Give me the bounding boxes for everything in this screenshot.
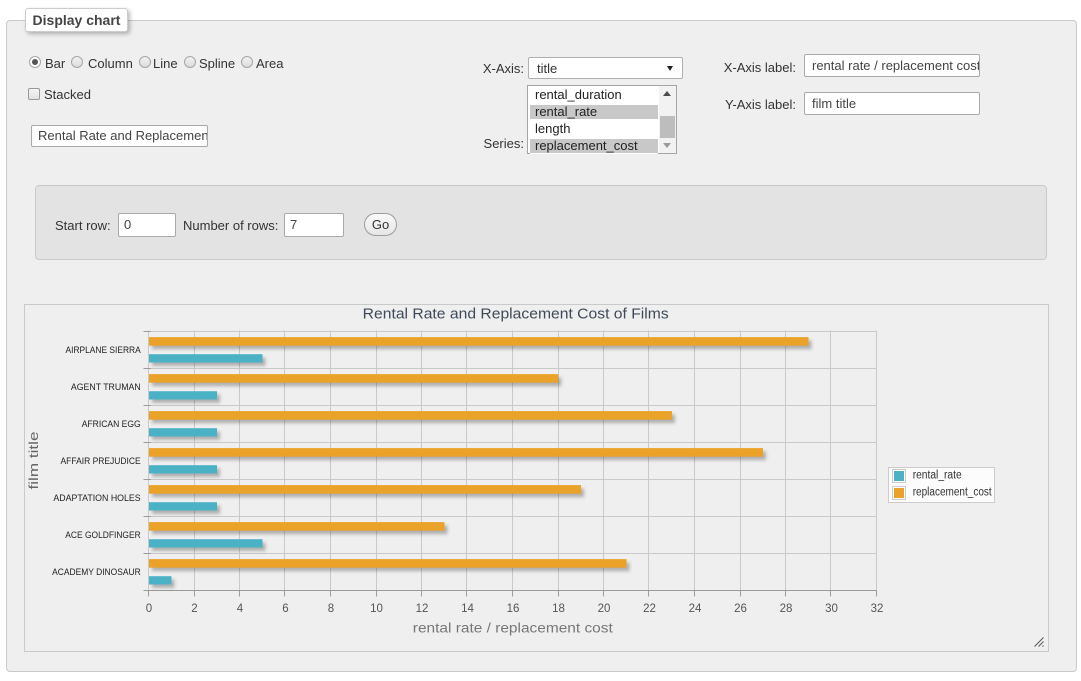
svg-text:12: 12 — [416, 603, 429, 615]
svg-text:22: 22 — [643, 603, 656, 615]
svg-text:AFRICAN EGG: AFRICAN EGG — [82, 419, 141, 430]
svg-text:16: 16 — [507, 603, 520, 615]
svg-text:2: 2 — [191, 603, 197, 615]
svg-text:rental rate / replacement cost: rental rate / replacement cost — [413, 620, 613, 635]
svg-text:32: 32 — [871, 603, 884, 615]
svg-text:film title: film title — [27, 431, 41, 489]
svg-text:0: 0 — [146, 603, 152, 615]
svg-text:10: 10 — [370, 603, 383, 615]
svg-text:14: 14 — [461, 603, 474, 615]
svg-text:20: 20 — [598, 603, 611, 615]
svg-text:4: 4 — [237, 603, 244, 615]
svg-text:AGENT TRUMAN: AGENT TRUMAN — [71, 382, 141, 393]
svg-text:ACADEMY DINOSAUR: ACADEMY DINOSAUR — [52, 567, 141, 578]
svg-text:6: 6 — [282, 603, 288, 615]
svg-text:ADAPTATION HOLES: ADAPTATION HOLES — [53, 493, 140, 504]
svg-text:Rental Rate and Replacement Co: Rental Rate and Replacement Cost of Film… — [363, 306, 669, 323]
svg-text:26: 26 — [734, 603, 747, 615]
svg-text:replacement_cost: replacement_cost — [913, 487, 993, 499]
svg-text:8: 8 — [328, 603, 334, 615]
svg-text:rental_rate: rental_rate — [913, 470, 962, 482]
svg-text:AFFAIR PREJUDICE: AFFAIR PREJUDICE — [61, 456, 141, 467]
svg-text:18: 18 — [552, 603, 565, 615]
svg-text:24: 24 — [689, 603, 702, 615]
svg-text:28: 28 — [780, 603, 793, 615]
svg-text:ACE GOLDFINGER: ACE GOLDFINGER — [65, 530, 141, 541]
svg-text:AIRPLANE SIERRA: AIRPLANE SIERRA — [66, 345, 142, 356]
svg-text:30: 30 — [825, 603, 838, 615]
